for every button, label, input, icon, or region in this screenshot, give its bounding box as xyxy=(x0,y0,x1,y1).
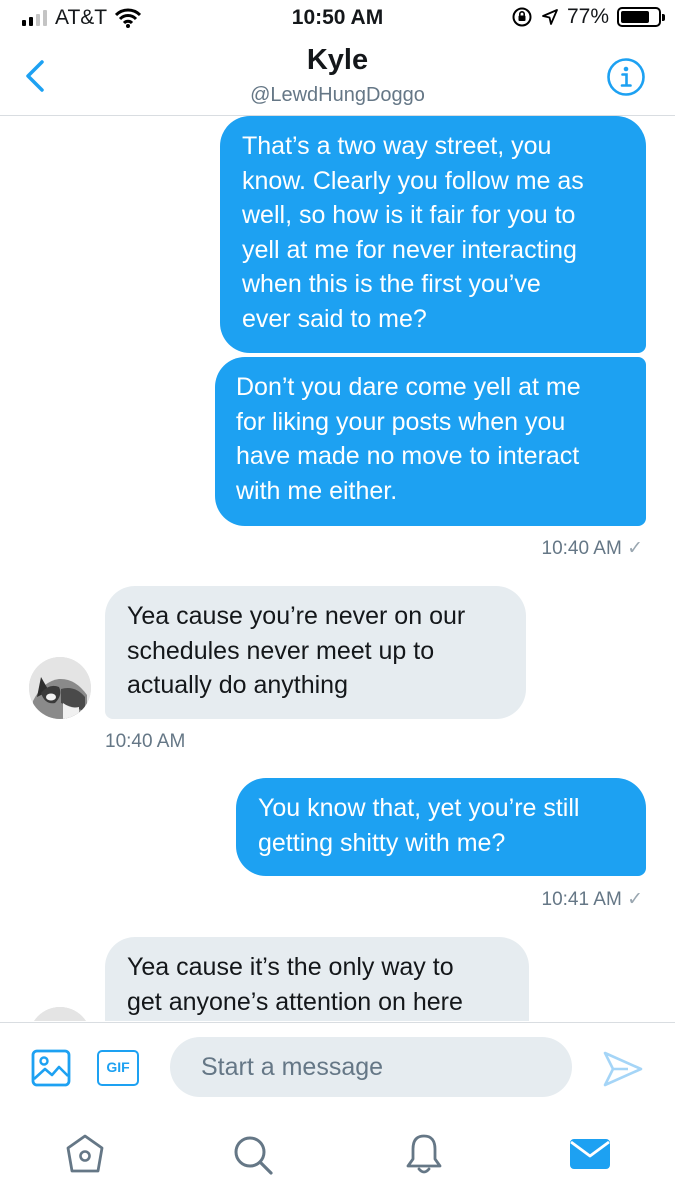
battery-percent: 77% xyxy=(566,5,609,28)
orientation-lock-icon xyxy=(512,7,532,27)
contact-name[interactable]: Kyle xyxy=(0,44,675,77)
info-circle-icon[interactable] xyxy=(606,57,646,97)
message-input[interactable]: Start a message xyxy=(170,1037,572,1097)
message-input-placeholder: Start a message xyxy=(201,1053,384,1081)
contact-handle[interactable]: @LewdHungDoggo xyxy=(0,84,675,107)
battery-icon xyxy=(617,7,665,27)
dog-avatar-image xyxy=(29,1007,91,1021)
dog-avatar-image xyxy=(29,657,91,719)
avatar[interactable] xyxy=(29,1007,91,1021)
search-icon[interactable] xyxy=(229,1131,275,1177)
outgoing-message[interactable]: That’s a two way street, you know. Clear… xyxy=(220,116,646,353)
incoming-message[interactable]: Yea cause you’re never on our schedules … xyxy=(105,586,526,719)
gif-icon[interactable]: GIF xyxy=(97,1050,139,1086)
location-arrow-icon xyxy=(542,9,558,25)
incoming-message[interactable]: Yea cause it’s the only way to get anyon… xyxy=(105,937,529,1021)
send-icon[interactable] xyxy=(602,1050,644,1088)
notifications-icon[interactable] xyxy=(401,1131,447,1177)
message-timestamp: 10:40 AM xyxy=(105,731,186,752)
message-timestamp: 10:40 AM ✓ xyxy=(541,538,643,559)
messages-icon[interactable] xyxy=(568,1131,612,1177)
conversation-header: Kyle @LewdHungDoggo xyxy=(0,38,675,116)
message-timestamp: 10:41 AM ✓ xyxy=(541,889,643,910)
image-icon[interactable] xyxy=(31,1049,71,1087)
tab-bar xyxy=(0,1117,675,1200)
message-composer: GIF Start a message xyxy=(0,1022,675,1117)
status-right: 77% xyxy=(511,5,665,29)
battery-fill xyxy=(621,11,649,23)
outgoing-message[interactable]: You know that, yet you’re still getting … xyxy=(236,778,646,876)
outgoing-message[interactable]: Don’t you dare come yell at me for likin… xyxy=(215,357,646,526)
sent-check-icon: ✓ xyxy=(627,538,643,559)
home-icon[interactable] xyxy=(62,1131,108,1177)
message-thread[interactable]: That’s a two way street, you know. Clear… xyxy=(0,116,675,1021)
avatar[interactable] xyxy=(29,657,91,719)
sent-check-icon: ✓ xyxy=(627,889,643,910)
status-bar: AT&T 10:50 AM 77% xyxy=(0,0,675,38)
